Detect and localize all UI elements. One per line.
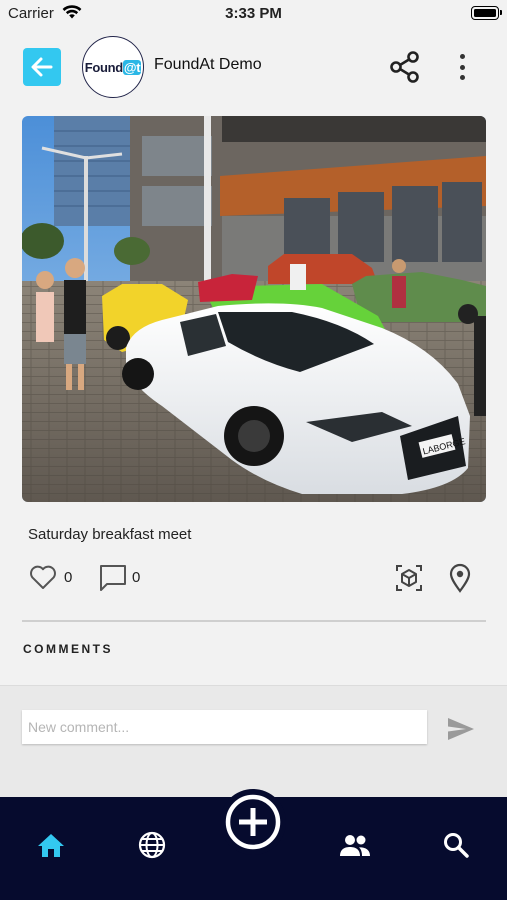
page-title: FoundAt Demo [154,56,262,73]
ar-view-button[interactable] [394,563,424,598]
like-button[interactable] [28,563,58,596]
share-button[interactable] [388,50,422,89]
post-header: Found @t FoundAt Demo [0,34,507,100]
home-icon [38,834,64,857]
send-icon [448,718,474,740]
location-pin-icon [449,563,471,593]
plus-circle-icon [225,794,281,850]
avatar-logo-at: @t [122,59,142,75]
comments-heading: COMMENTS [23,642,113,656]
location-button[interactable] [448,563,472,598]
nav-search[interactable] [438,827,474,863]
heart-icon [30,565,56,589]
comment-composer [0,685,507,798]
bottom-nav [0,789,507,900]
status-bar: Carrier 3:33 PM [0,0,507,28]
back-button[interactable] [23,48,61,86]
status-time: 3:33 PM [225,5,282,22]
like-count: 0 [64,569,73,586]
more-vertical-icon-dot [459,54,465,59]
share-icon [390,51,419,83]
post-photo[interactable]: LABORGE [22,116,486,502]
avatar[interactable]: Found @t [82,36,144,98]
create-post-button[interactable] [220,789,286,855]
battery-icon [471,6,502,20]
nav-explore[interactable] [134,827,170,863]
divider [22,620,486,622]
more-vertical-icon-dot [459,75,465,80]
avatar-logo-text: Found [84,59,124,75]
more-options-button[interactable] [452,54,472,80]
comment-icon [100,565,126,591]
comment-input[interactable] [22,710,427,744]
nav-home[interactable] [33,827,69,863]
more-vertical-icon-dot [459,64,465,70]
send-button[interactable] [446,716,476,747]
post-caption: Saturday breakfast meet [28,526,192,543]
people-icon [340,835,370,856]
cube-icon [396,565,422,591]
nav-friends[interactable] [337,827,373,863]
globe-icon [138,831,166,859]
arrow-left-icon [31,57,53,77]
search-icon [444,833,469,858]
comment-button[interactable] [98,563,128,598]
comment-count: 0 [132,569,141,586]
post-actions: 0 0 [28,563,478,593]
